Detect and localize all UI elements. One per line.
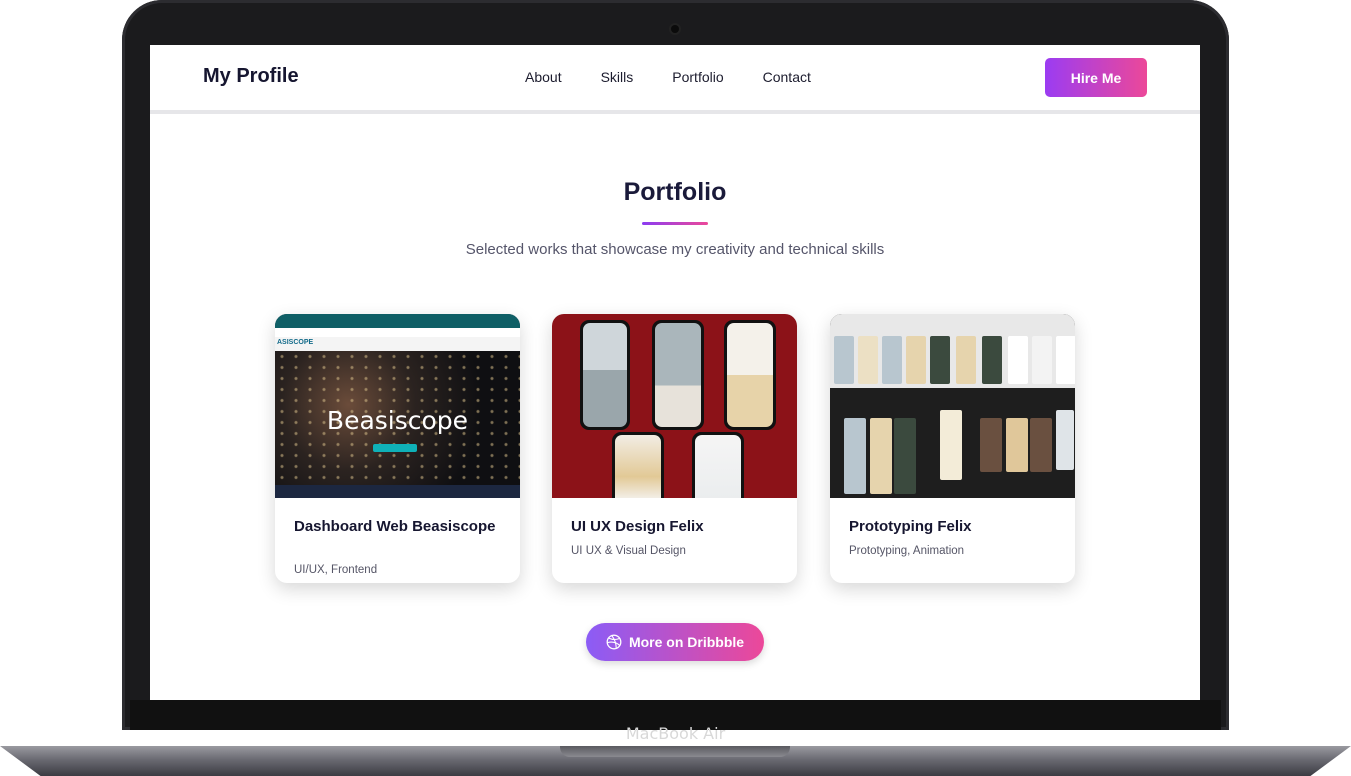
more-on-dribbble-button[interactable]: More on Dribbble bbox=[586, 623, 764, 661]
project-thumbnail[interactable] bbox=[552, 314, 797, 498]
project-tags: Prototyping, Animation bbox=[849, 545, 965, 557]
section-title: Portfolio bbox=[623, 178, 727, 206]
more-button-label: More on Dribbble bbox=[628, 634, 745, 650]
phone-mockup bbox=[612, 432, 664, 498]
website-screen: My Profile About Skills Portfolio Contac… bbox=[150, 45, 1200, 700]
project-tags: UI/UX, Frontend bbox=[294, 564, 378, 576]
nav-link-skills[interactable]: Skills bbox=[601, 69, 634, 85]
site-logo[interactable]: My Profile bbox=[203, 65, 299, 88]
project-card-beasiscope[interactable]: ASISCOPE Beasiscope Dashboard Web Beasis… bbox=[275, 314, 520, 583]
phone-mockup bbox=[692, 432, 744, 498]
project-title: UI UX Design Felix bbox=[571, 518, 704, 535]
phone-mockup bbox=[580, 320, 630, 430]
project-card-prototyping-felix[interactable]: Prototyping Felix Prototyping, Animation bbox=[830, 314, 1075, 583]
navbar: My Profile About Skills Portfolio Contac… bbox=[150, 45, 1200, 114]
section-subtitle: Selected works that showcase my creativi… bbox=[465, 241, 885, 258]
project-card-ui-ux-felix[interactable]: UI UX Design Felix UI UX & Visual Design bbox=[552, 314, 797, 583]
nav-menu: About Skills Portfolio Contact bbox=[525, 69, 811, 85]
nav-link-portfolio[interactable]: Portfolio bbox=[672, 69, 723, 85]
project-title: Dashboard Web Beasiscope bbox=[294, 518, 496, 535]
dribbble-icon bbox=[606, 634, 622, 650]
phone-mockup bbox=[652, 320, 704, 430]
nav-link-about[interactable]: About bbox=[525, 69, 562, 85]
device-label: MacBook Air bbox=[625, 724, 726, 743]
webcam bbox=[671, 25, 679, 33]
title-underline bbox=[642, 222, 708, 225]
thumbnail-brand-text: Beasiscope bbox=[326, 406, 469, 435]
project-thumbnail[interactable]: ASISCOPE Beasiscope bbox=[275, 314, 520, 498]
laptop-notch bbox=[560, 746, 790, 757]
project-title: Prototyping Felix bbox=[849, 518, 972, 535]
hire-me-button[interactable]: Hire Me bbox=[1045, 58, 1147, 97]
project-tags: UI UX & Visual Design bbox=[571, 545, 686, 557]
project-thumbnail[interactable] bbox=[830, 314, 1075, 498]
phone-mockup bbox=[724, 320, 776, 430]
nav-link-contact[interactable]: Contact bbox=[763, 69, 811, 85]
thumbnail-logo: ASISCOPE bbox=[277, 339, 314, 346]
